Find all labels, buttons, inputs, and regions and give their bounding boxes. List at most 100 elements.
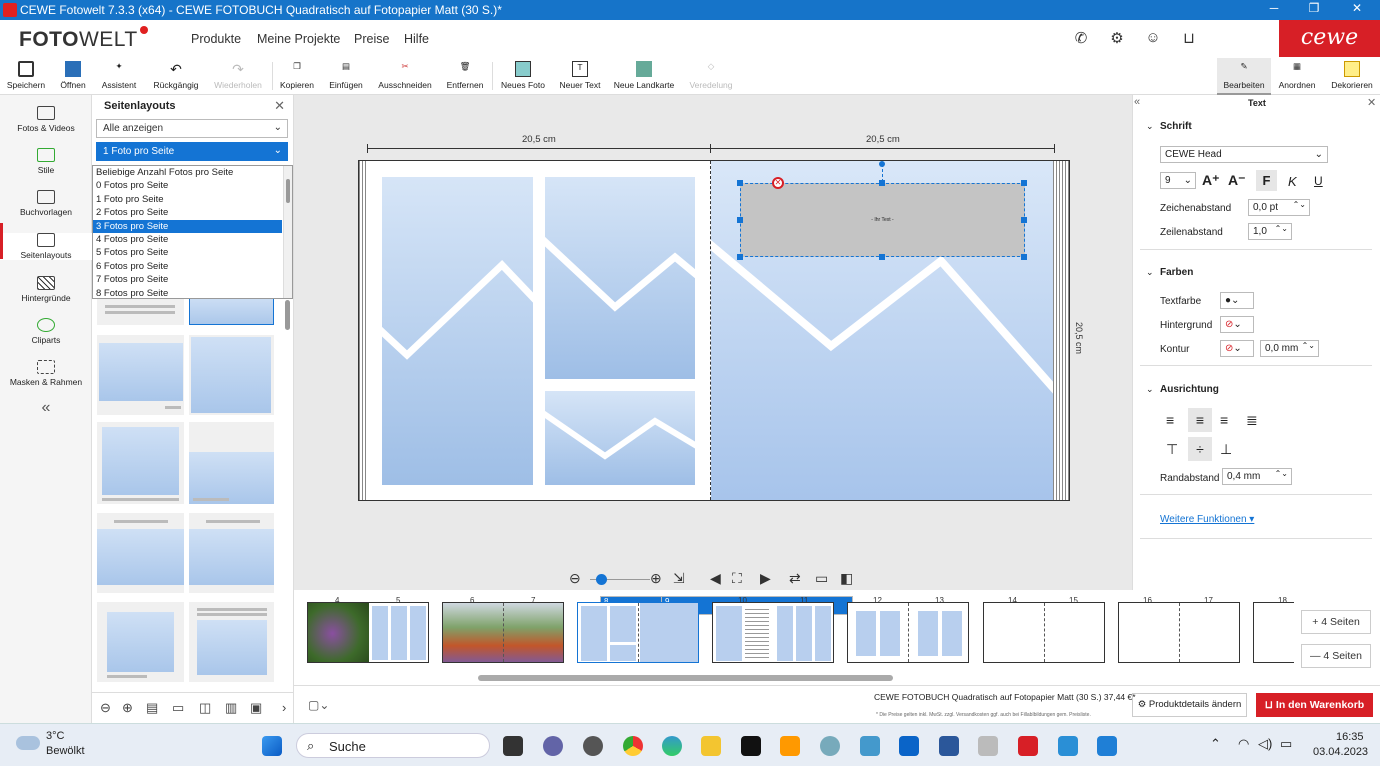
panel-collapse-icon[interactable]: «	[1134, 96, 1140, 108]
cart-icon[interactable]: ⊔	[1180, 29, 1198, 47]
battery-icon[interactable]: ▭	[1280, 736, 1292, 752]
filter-select[interactable]: Alle anzeigen ⌄	[96, 119, 288, 138]
dropdown-option[interactable]: 8 Fotos pro Seite	[93, 287, 292, 298]
layout-thumb[interactable]	[97, 602, 184, 682]
gear-icon[interactable]: ⚙	[1108, 29, 1126, 47]
count-dropdown-list[interactable]: Beliebige Anzahl Fotos pro Seite 0 Fotos…	[92, 165, 293, 299]
tray-chevron-icon[interactable]: ⌃	[1210, 736, 1221, 752]
panel-close-icon[interactable]: ✕	[274, 98, 285, 114]
cut-button[interactable]: ✂ Ausschneiden	[376, 61, 434, 93]
textfarbe-picker[interactable]: ●⌄	[1220, 292, 1254, 309]
taskbar-search[interactable]: ⌕ Suche	[296, 733, 490, 758]
nav-fotos-videos[interactable]: Fotos & Videos	[0, 106, 92, 133]
user-icon[interactable]: ☺	[1144, 29, 1162, 47]
view-4-icon[interactable]: ▥	[225, 700, 237, 716]
hintergrund-picker[interactable]: ⊘⌄	[1220, 316, 1254, 333]
nav-hintergruende[interactable]: Hintergründe	[0, 276, 92, 303]
dropdown-option[interactable]: 5 Fotos pro Seite	[93, 246, 292, 259]
layout-thumb[interactable]	[189, 513, 274, 593]
dropdown-option[interactable]: 6 Fotos pro Seite	[93, 260, 292, 273]
app-icon[interactable]	[978, 736, 998, 756]
text-box[interactable]: - Ihr Text -	[740, 183, 1025, 257]
windows-start-icon[interactable]	[262, 736, 282, 756]
align-justify-icon[interactable]: ≣	[1246, 412, 1258, 429]
layout-thumb[interactable]	[189, 602, 274, 682]
save-button[interactable]: Speichern	[6, 61, 46, 93]
new-text-button[interactable]: T Neuer Text	[557, 61, 603, 93]
view-3-icon[interactable]: ◫	[199, 700, 211, 716]
align-center-icon[interactable]: ≡	[1188, 408, 1212, 432]
view-5-icon[interactable]: ▣	[250, 700, 262, 716]
collapse-icon[interactable]: «	[0, 399, 92, 417]
resize-handle[interactable]	[1021, 180, 1027, 186]
resize-handle[interactable]	[1021, 217, 1027, 223]
align-right-icon[interactable]: ≡	[1220, 412, 1228, 428]
explorer-icon[interactable]	[701, 736, 721, 756]
font-select[interactable]: CEWE Head ⌄	[1160, 146, 1328, 163]
prev-page-icon[interactable]: ◀	[710, 570, 721, 587]
product-details-button[interactable]: ⚙ Produktdetails ändern	[1132, 693, 1247, 717]
valign-top-icon[interactable]: ⊤	[1166, 441, 1178, 458]
app-icon[interactable]	[1097, 736, 1117, 756]
new-photo-button[interactable]: Neues Foto	[499, 61, 547, 93]
zoom-in-icon[interactable]: ⊕	[650, 570, 662, 587]
assistant-button[interactable]: ✦ Assistent	[98, 61, 140, 93]
copy-button[interactable]: ❐ Kopieren	[278, 61, 316, 93]
dropdown-option-highlighted[interactable]: 3 Fotos pro Seite	[93, 219, 282, 233]
next-page-icon[interactable]: ▶	[760, 570, 771, 587]
ruler-icon[interactable]: ▭	[815, 570, 828, 587]
tab-anordnen[interactable]: ▦ Anordnen	[1275, 61, 1319, 93]
nav-stile[interactable]: Stile	[0, 148, 92, 175]
layout-thumb[interactable]	[189, 422, 274, 504]
chevron-down-icon[interactable]: ⌄	[1146, 267, 1154, 278]
delete-button[interactable]: 🗑 Entfernen	[444, 61, 486, 93]
bold-button[interactable]: F	[1256, 170, 1277, 191]
phone-icon[interactable]: ✆	[1072, 29, 1090, 47]
page-thumb-18[interactable]	[1253, 602, 1294, 663]
chevron-down-icon[interactable]: ⌄	[1146, 384, 1154, 395]
dropdown-option[interactable]: 4 Fotos pro Seite	[93, 233, 292, 246]
page-thumb-16-17[interactable]	[1118, 602, 1240, 663]
task-view-icon[interactable]	[503, 736, 523, 756]
chrome-icon[interactable]	[623, 736, 643, 756]
close-icon[interactable]: ✕	[1345, 1, 1369, 19]
edge-icon[interactable]	[662, 736, 682, 756]
nav-seitenlayouts[interactable]: Seitenlayouts	[0, 223, 92, 260]
layout-thumb[interactable]	[97, 335, 184, 415]
randabstand-input[interactable]: 0,4 mm ⌃⌄	[1222, 468, 1292, 485]
dropdown-scrollbar[interactable]	[283, 166, 292, 298]
nav-masken-rahmen[interactable]: Masken & Rahmen	[0, 360, 92, 387]
zoom-out-icon[interactable]: ⊖	[100, 700, 111, 716]
cewe-app-icon[interactable]	[1018, 736, 1038, 756]
wifi-icon[interactable]: ◠	[1238, 736, 1249, 752]
layout-thumb[interactable]	[97, 513, 184, 593]
teams-icon[interactable]	[543, 736, 563, 756]
page-thumb-6-7[interactable]	[442, 602, 564, 663]
add-to-cart-button[interactable]: ⊔ In den Warenkorb	[1256, 693, 1373, 717]
nav-buchvorlagen[interactable]: Buchvorlagen	[0, 190, 92, 217]
layers-icon[interactable]: ◧	[840, 570, 853, 587]
panel-scrollbar[interactable]	[284, 300, 292, 680]
open-button[interactable]: Öffnen	[56, 61, 90, 93]
zoom-out-icon[interactable]: ⊖	[569, 570, 581, 587]
photo-placeholder[interactable]	[545, 177, 695, 379]
layout-thumb[interactable]	[97, 295, 184, 325]
app-icon[interactable]	[1058, 736, 1078, 756]
nav-cliparts[interactable]: Cliparts	[0, 318, 92, 345]
view-1-icon[interactable]: ▤	[146, 700, 158, 716]
more-icon[interactable]: ›	[282, 700, 286, 715]
rotate-handle[interactable]	[879, 161, 885, 167]
valign-middle-icon[interactable]: ÷	[1188, 437, 1212, 461]
page-thumb-14-15[interactable]	[983, 602, 1105, 663]
photo-placeholder[interactable]	[545, 391, 695, 485]
settings-icon[interactable]	[583, 736, 603, 756]
page-thumb-12-13[interactable]	[847, 602, 969, 663]
zoom-in-icon[interactable]: ⊕	[122, 700, 133, 716]
align-left-icon[interactable]: ≡	[1166, 412, 1174, 428]
zeilenabstand-input[interactable]: 1,0 ⌃⌄	[1248, 223, 1292, 240]
remove-pages-button[interactable]: — 4 Seiten	[1301, 644, 1371, 668]
menu-hilfe[interactable]: Hilfe	[404, 32, 429, 46]
layout-thumb[interactable]	[189, 335, 274, 415]
grow-font-icon[interactable]: A⁺	[1202, 172, 1220, 189]
minimize-icon[interactable]: ─	[1262, 1, 1286, 19]
